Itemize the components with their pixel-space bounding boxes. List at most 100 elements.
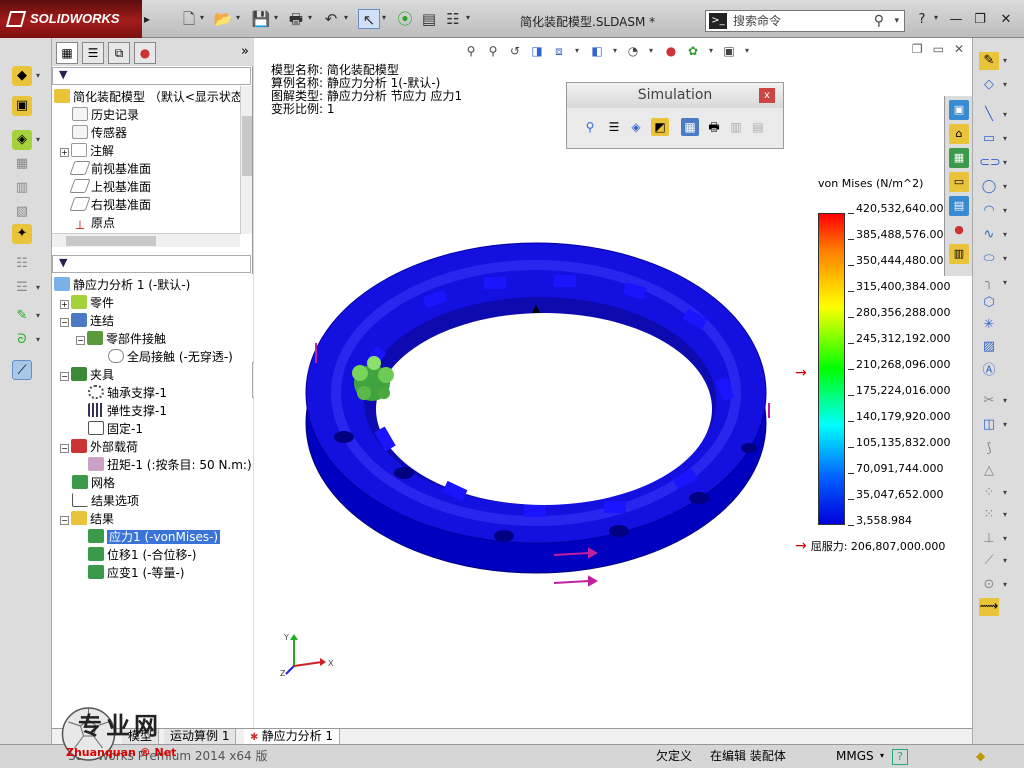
zoom-area-icon[interactable]: ⚲ [484,42,502,60]
convert-entities-icon[interactable]: ◫ [979,416,999,434]
tree-item-origin[interactable]: ⊥ 原点 [72,214,115,232]
polygon-icon[interactable]: ⬡ [979,294,999,312]
smart-dimension-icon[interactable]: ◇ [979,76,999,94]
repair-dropdown-icon[interactable]: ▾ [1003,556,1007,565]
insert-component-icon[interactable]: ▣ [12,96,32,116]
search-results-icon[interactable]: ▤ [949,196,969,216]
zoom-to-fit-icon[interactable]: ⚲ [462,42,480,60]
tree-item-front-plane[interactable]: 前视基准面 [69,160,151,178]
displaymanager-tab-icon[interactable]: ● [134,42,156,64]
viewport-restore-icon[interactable]: ❐ [912,42,923,56]
collapse-icon[interactable]: − [76,336,85,345]
help-dropdown-icon[interactable]: ▾ [934,13,938,22]
legend-color-bar[interactable] [818,213,845,525]
feature-tree-hscrollbar[interactable] [52,233,240,247]
mirror-icon[interactable]: △ [979,462,999,480]
ellipse-dropdown-icon[interactable]: ▾ [1003,254,1007,263]
search-commands-input[interactable]: >_ 搜索命令 ⚲ ▾ [705,10,905,32]
exploded-view-icon[interactable]: ✎ [12,306,32,326]
close-button[interactable]: ✕ [996,10,1016,30]
trim-dropdown-icon[interactable]: ▾ [1003,396,1007,405]
fillet-dropdown-icon[interactable]: ▾ [1003,278,1007,287]
print-icon[interactable]: 🖶 [285,9,307,29]
custom-properties-icon[interactable]: ▥ [949,244,969,264]
move-dropdown-icon[interactable]: ▾ [1003,510,1007,519]
undo-icon[interactable]: ↶ [320,9,342,29]
search-icon[interactable]: ⚲ [874,11,884,31]
tree-item-elastic-support[interactable]: 弹性支撑-1 [88,402,167,420]
save-icon[interactable]: 💾 [250,9,272,29]
point-icon[interactable]: ✳ [979,316,999,334]
report-icon[interactable]: 🖶 [705,118,723,136]
section-clipping-icon[interactable]: ◈ [627,118,645,136]
section-view-icon[interactable]: ◨ [528,42,546,60]
tree-item-top-plane[interactable]: 上视基准面 [69,178,151,196]
move-component-icon[interactable]: ▦ [12,154,32,174]
hide-show-icon[interactable]: ▥ [12,178,32,198]
smart-fasteners-icon[interactable]: ᘐ [12,330,32,350]
select-pointer-icon[interactable]: ↖ [358,9,380,29]
tree-item-strain-plot[interactable]: 应变1 (-等量-) [88,564,184,582]
move-entities-icon[interactable]: ⁙ [979,506,999,524]
reference-geometry-icon[interactable]: ✦ [12,224,32,244]
fastener-dropdown-icon[interactable]: ▾ [36,335,40,344]
spline-icon[interactable]: ∿ [979,226,999,244]
viewport-tile-icon[interactable]: ▭ [933,42,944,56]
tree-item-component-contacts[interactable]: − 零部件接触 [76,330,166,348]
options-icon[interactable]: ☷ [442,9,464,29]
line-icon[interactable]: ╲ [979,106,999,124]
tree-item-result-options[interactable]: 结果选项 [72,492,139,510]
undo-dropdown-icon[interactable]: ▾ [344,13,348,22]
simulation-toolbar-title[interactable]: Simulation [567,83,783,108]
new-document-icon[interactable]: 🗋 [178,9,200,29]
hide-show-items-icon[interactable]: ◔ [624,42,642,60]
arc-dropdown-icon[interactable]: ▾ [1003,206,1007,215]
rebuild-tag-icon[interactable]: ◆ [976,747,985,765]
tree-item-fixtures[interactable]: − 夹具 [60,366,114,384]
save-plot-icon[interactable]: ▤ [749,118,767,136]
view-orientation-icon[interactable]: ⧈ [550,42,568,60]
tree-item-right-plane[interactable]: 右视基准面 [69,196,151,214]
list-results-icon[interactable]: ☰ [605,118,623,136]
mate-dropdown-icon[interactable]: ▾ [36,135,40,144]
collapse-icon[interactable]: − [60,516,69,525]
tree-item-results[interactable]: − 结果 [60,510,114,528]
print-dropdown-icon[interactable]: ▾ [308,13,312,22]
tree-item-connections[interactable]: − 连结 [60,312,114,330]
expand-icon[interactable]: + [60,148,69,157]
relations-dropdown-icon[interactable]: ▾ [1003,534,1007,543]
simulation-tree-filter[interactable]: ▼ [52,255,251,273]
explode-dropdown-icon[interactable]: ▾ [36,311,40,320]
quick-snaps-icon[interactable]: ⊙ [979,576,999,594]
sketch-dropdown-icon[interactable]: ▾ [1003,56,1007,65]
assembly-component-icon[interactable]: ◆ [12,66,32,86]
circle-icon[interactable]: ◯ [979,178,999,196]
help-icon[interactable]: ? [912,10,932,30]
trim-icon[interactable]: ✂ [979,392,999,410]
tree-item-stress-plot[interactable]: 应力1 (-vonMises-) [88,528,221,546]
tree-item-global-contact[interactable]: 全局接触 (-无穿透-) [108,348,233,366]
tree-item-bearing-fixture[interactable]: 轴承支撑-1 [88,384,167,402]
edit-appearance-icon[interactable]: ● [662,42,680,60]
orientation-dropdown-icon[interactable]: ▾ [568,42,586,60]
relations-icon[interactable]: ⊥ [979,530,999,548]
featuremanager-tab-icon[interactable]: ▦ [56,42,78,64]
tree-item-mesh[interactable]: 网格 [72,474,115,492]
scroll-thumb[interactable] [242,116,252,176]
display-dropdown-icon[interactable]: ▾ [606,42,624,60]
pattern-dropdown-icon[interactable]: ▾ [1003,488,1007,497]
assembly-features-icon[interactable]: ▧ [12,202,32,222]
ellipse-icon[interactable]: ⬭ [979,250,999,268]
spline-dropdown-icon[interactable]: ▾ [1003,230,1007,239]
instant3d-icon[interactable]: ⟋ [12,360,32,380]
view-settings-icon[interactable]: ▣ [720,42,738,60]
tab-static-study[interactable]: ✱ 静应力分析 1 [244,729,341,744]
snaps-dropdown-icon[interactable]: ▾ [1003,580,1007,589]
appearances-icon[interactable]: ● [949,220,969,240]
expand-icon[interactable]: + [60,300,69,309]
offset-icon[interactable]: ⟆ [979,440,999,458]
tree-item-history[interactable]: 历史记录 [72,106,139,124]
minimize-button[interactable]: — [946,10,966,30]
rapid-sketch-icon[interactable]: ⟿ [979,598,999,616]
slot-icon[interactable]: ⊂⊃ [979,154,1001,172]
